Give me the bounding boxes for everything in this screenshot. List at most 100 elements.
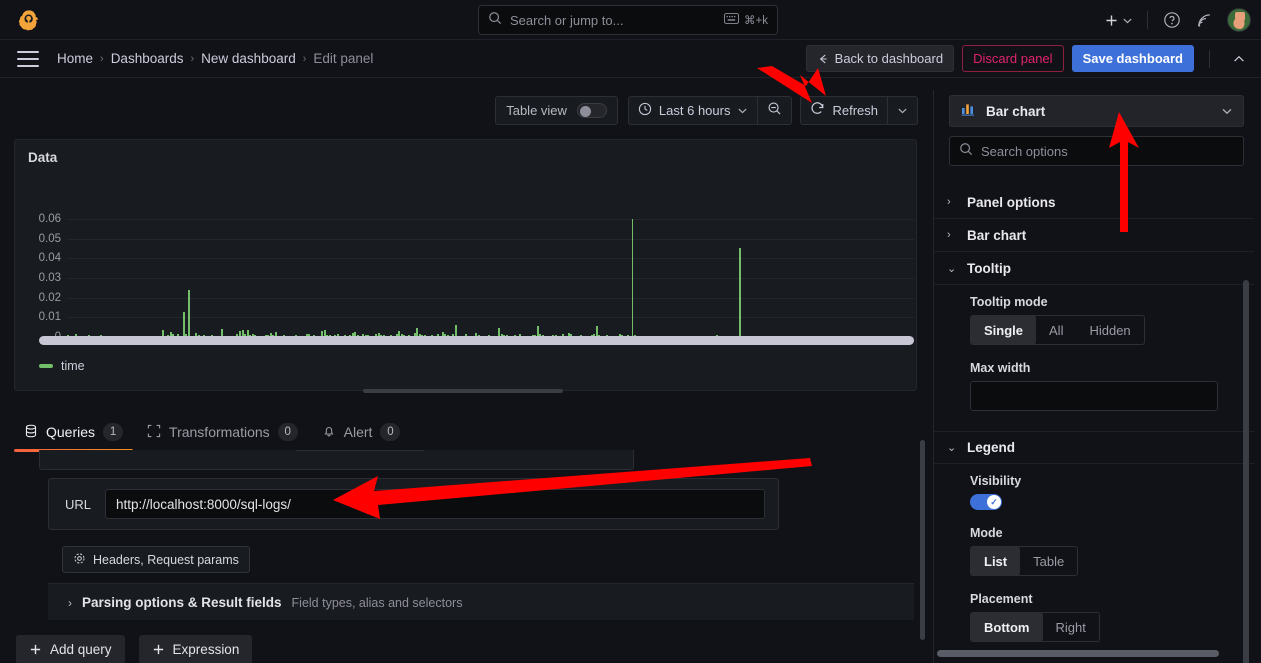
legend-visibility-label: Visibility	[970, 474, 1022, 488]
tab-queries-count: 1	[103, 423, 124, 441]
options-search-placeholder: Search options	[981, 143, 1068, 159]
y-axis-tick-labels: 0.060.050.040.030.020.010	[15, 188, 67, 343]
tooltip-mode-hidden[interactable]: Hidden	[1076, 316, 1143, 344]
options-pane-horizontal-scrollbar[interactable]	[937, 650, 1219, 657]
parsing-options-subtitle: Field types, alias and selectors	[291, 595, 463, 610]
chart-grid	[67, 188, 914, 338]
grafana-logo-icon[interactable]	[18, 9, 40, 31]
panel-title: Data	[28, 150, 58, 165]
chart-legend[interactable]: time	[39, 359, 85, 373]
tooltip-mode-single[interactable]: Single	[971, 316, 1037, 344]
options-search-input[interactable]: Search options	[949, 136, 1244, 166]
query-editor-pane: Queries 1 Transformations 0 Alert 0 URL …	[0, 406, 928, 663]
chevron-down-icon: ⌄	[947, 262, 957, 275]
visualization-panel: Data 0.060.050.040.030.020.010 time	[14, 139, 917, 391]
query-pane-scrollbar[interactable]	[920, 440, 925, 640]
tooltip-mode-radio-group[interactable]: Single All Hidden	[970, 315, 1145, 345]
section-tooltip[interactable]: ⌄ Tooltip	[934, 252, 1254, 285]
breadcrumb-item-new-dashboard[interactable]: New dashboard	[201, 51, 296, 66]
query-row-header-partial[interactable]	[39, 450, 634, 470]
breadcrumb-separator: ›	[190, 52, 195, 65]
help-circle-icon[interactable]	[1157, 5, 1187, 35]
database-icon	[24, 424, 38, 441]
legend-placement-right[interactable]: Right	[1043, 613, 1099, 641]
section-legend-label: Legend	[967, 440, 1016, 455]
collapse-toolbar-button[interactable]	[1225, 45, 1253, 72]
url-row: URL	[48, 478, 779, 530]
global-search-input[interactable]: Search or jump to... ⌘+k	[478, 5, 778, 35]
legend-options-body: Visibility ✓ Mode List Table Placement B…	[934, 464, 1254, 648]
refresh-button[interactable]: Refresh	[800, 95, 888, 125]
chart-bars	[67, 209, 914, 337]
tooltip-max-width-input[interactable]	[970, 381, 1218, 411]
back-to-dashboard-button[interactable]: Back to dashboard	[805, 45, 955, 72]
legend-color-marker	[39, 364, 53, 368]
search-icon	[488, 11, 502, 30]
search-shortcut-text: ⌘+k	[744, 15, 768, 27]
legend-placement-label: Placement	[970, 592, 1033, 606]
visualization-picker[interactable]: Bar chart	[949, 95, 1244, 127]
table-view-switch[interactable]	[576, 102, 607, 118]
save-dashboard-label: Save dashboard	[1082, 51, 1183, 66]
user-avatar[interactable]	[1227, 8, 1251, 32]
headers-request-params-button[interactable]: Headers, Request params	[62, 546, 250, 573]
chevron-right-icon: ›	[947, 196, 951, 208]
chevron-right-icon: ›	[947, 229, 951, 241]
legend-visibility-toggle[interactable]: ✓	[970, 494, 1002, 510]
legend-placement-radio-group[interactable]: Bottom Right	[970, 612, 1100, 642]
options-sections-list: › Panel options › Bar chart ⌄ Tooltip To…	[934, 186, 1254, 663]
menu-toggle-button[interactable]	[17, 50, 39, 67]
section-panel-options[interactable]: › Panel options	[934, 186, 1254, 219]
chart-plot-area[interactable]: 0.060.050.040.030.020.010	[15, 188, 918, 343]
parsing-options-title: Parsing options & Result fields	[82, 595, 282, 610]
options-pane-scrollbar[interactable]	[1243, 280, 1249, 663]
transform-icon	[147, 424, 161, 441]
breadcrumb-item-edit-panel: Edit panel	[313, 51, 374, 66]
legend-item-time[interactable]: time	[61, 359, 85, 373]
discard-panel-button[interactable]: Discard panel	[962, 45, 1064, 72]
headers-button-label: Headers, Request params	[93, 552, 239, 567]
chevron-up-icon	[1234, 55, 1244, 62]
zoom-out-icon	[767, 101, 782, 119]
tab-transformations[interactable]: Transformations 0	[137, 414, 312, 452]
tab-queries-label: Queries	[46, 424, 96, 440]
legend-placement-bottom[interactable]: Bottom	[971, 613, 1043, 641]
chevron-down-icon	[738, 108, 748, 113]
save-dashboard-button[interactable]: Save dashboard	[1071, 45, 1194, 72]
rss-icon[interactable]	[1189, 5, 1219, 35]
query-refid-field[interactable]	[295, 450, 425, 451]
create-new-button[interactable]	[1099, 5, 1138, 35]
url-input[interactable]	[105, 489, 766, 519]
y-tick-label: 0.06	[38, 212, 61, 225]
add-expression-label: Expression	[172, 642, 240, 657]
parsing-options-section[interactable]: › Parsing options & Result fields Field …	[48, 583, 914, 620]
add-query-button[interactable]: Add query	[16, 635, 125, 663]
legend-mode-radio-group[interactable]: List Table	[970, 546, 1079, 576]
tooltip-mode-all[interactable]: All	[1036, 316, 1076, 344]
breadcrumb-item-home[interactable]: Home	[57, 51, 93, 66]
clock-icon	[638, 102, 652, 119]
legend-mode-table[interactable]: Table	[1020, 547, 1077, 575]
panel-resize-handle[interactable]	[363, 389, 563, 393]
breadcrumb-bar: Home › Dashboards › New dashboard › Edit…	[0, 40, 1261, 78]
bell-icon	[322, 424, 336, 441]
time-range-picker[interactable]: Last 6 hours	[627, 95, 759, 125]
section-legend[interactable]: ⌄ Legend	[934, 431, 1254, 464]
chart-scrollbar-thumb[interactable]	[39, 336, 914, 345]
tab-queries[interactable]: Queries 1	[14, 414, 137, 452]
query-actions: Add query Expression	[16, 635, 253, 663]
breadcrumb-item-dashboards[interactable]: Dashboards	[111, 51, 184, 66]
legend-mode-list[interactable]: List	[971, 547, 1021, 575]
section-panel-options-label: Panel options	[967, 194, 1056, 210]
search-shortcut-hint: ⌘+k	[724, 13, 768, 27]
chart-bar	[631, 218, 634, 337]
refresh-interval-dropdown[interactable]	[888, 95, 918, 125]
time-range-label: Last 6 hours	[658, 102, 731, 118]
table-view-toggle[interactable]: Table view	[495, 95, 618, 125]
tooltip-mode-label: Tooltip mode	[970, 295, 1048, 309]
chart-horizontal-scrollbar[interactable]	[39, 336, 914, 345]
section-bar-chart[interactable]: › Bar chart	[934, 219, 1254, 252]
zoom-out-time-button[interactable]	[758, 95, 793, 125]
add-expression-button[interactable]: Expression	[138, 635, 253, 663]
tab-alert[interactable]: Alert 0	[312, 414, 415, 452]
